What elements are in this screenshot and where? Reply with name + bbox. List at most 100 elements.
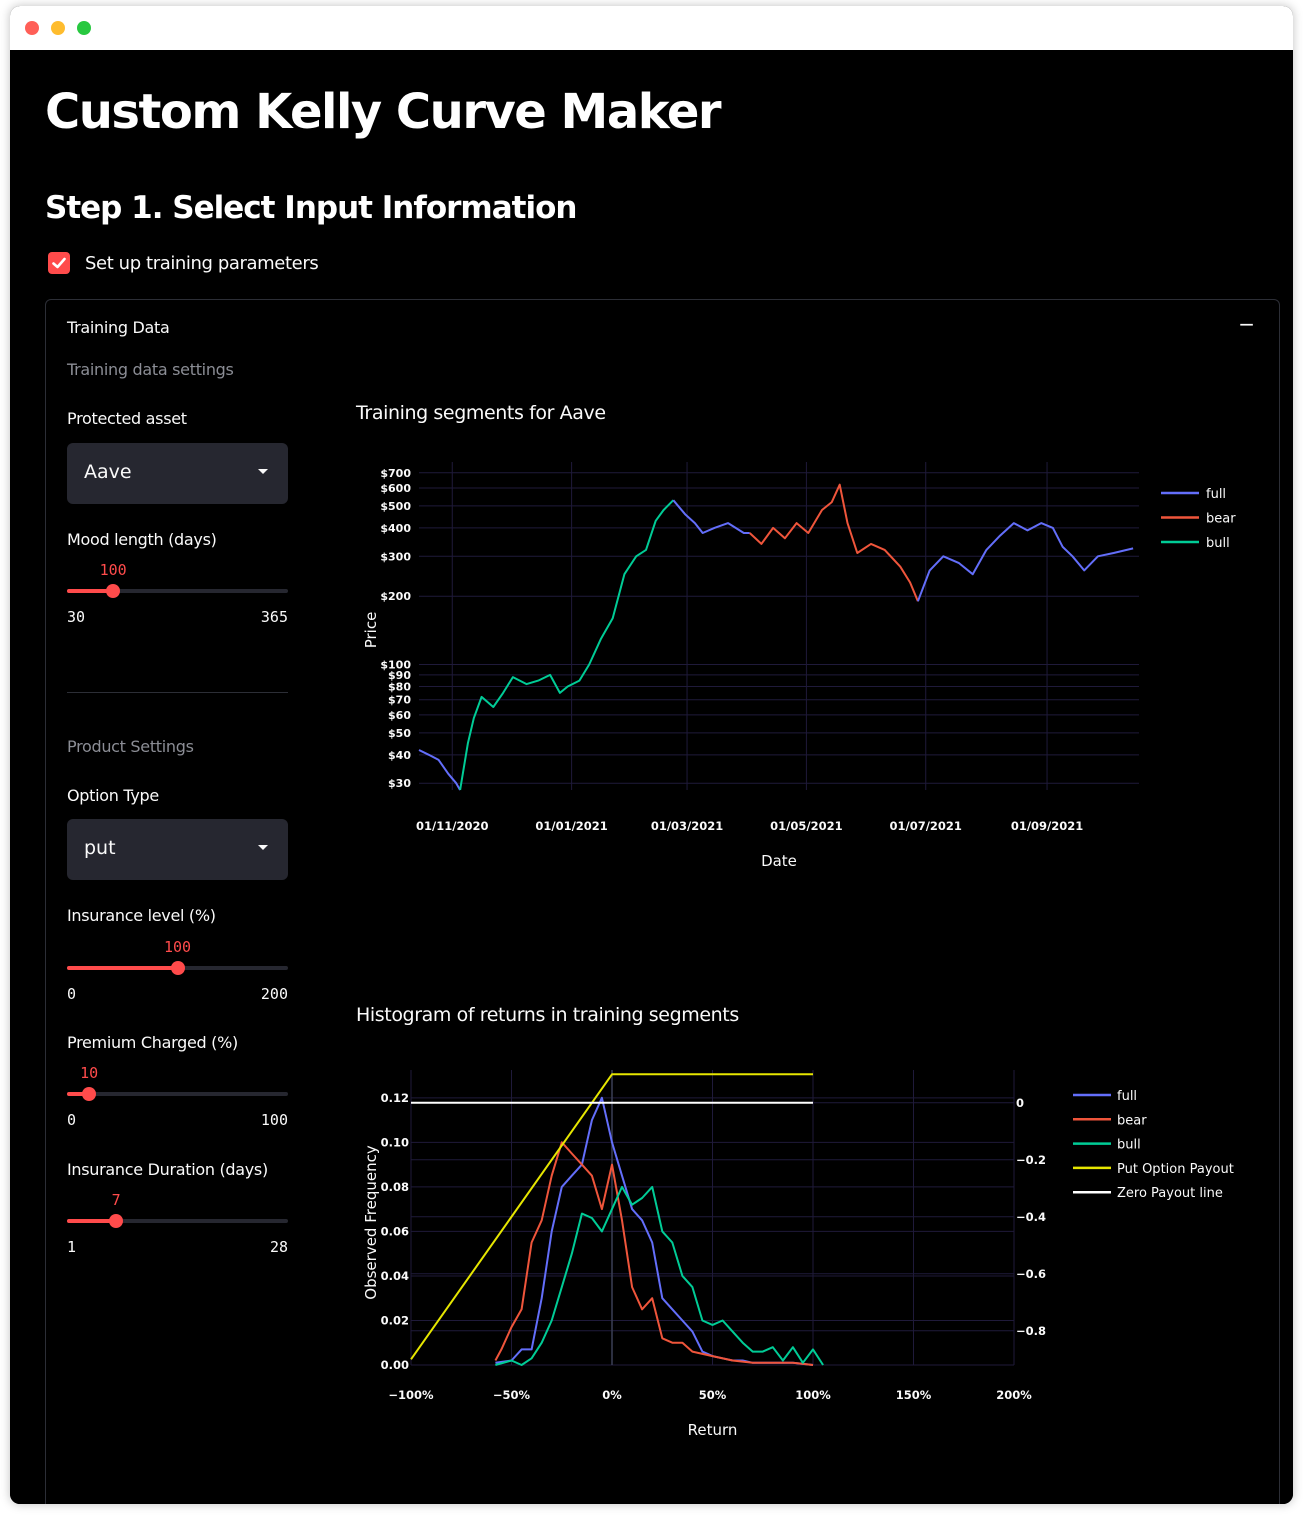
- expander-title[interactable]: Training Data: [67, 318, 170, 337]
- minimize-window-button[interactable]: [51, 21, 65, 35]
- price-chart: $30$40$50$60$70$80$90$100$200$300$400$50…: [362, 462, 1236, 870]
- browser-window: Custom Kelly Curve Maker Step 1. Select …: [10, 6, 1293, 1504]
- price-y-tick: $80: [388, 681, 411, 694]
- duration-slider[interactable]: 7 1 28: [67, 1191, 288, 1256]
- premium-slider[interactable]: 10 0 100: [67, 1064, 288, 1129]
- slider-thumb[interactable]: [82, 1087, 97, 1101]
- histogram-x-tick: 50%: [699, 1388, 727, 1402]
- histogram-plot-area: 0.00 0.02 0.04 0.06 0.08 0.10 0.12 −0.8 −0.6 −0.4…: [362, 1070, 1234, 1439]
- price-x-label: Date: [761, 852, 797, 870]
- price-y-tick: $600: [380, 482, 411, 495]
- slider-min: 1: [67, 1238, 77, 1256]
- histogram-x-tick: 100%: [795, 1388, 831, 1402]
- slider-thumb[interactable]: [170, 961, 185, 975]
- histogram-y-tick: 0.08: [381, 1180, 409, 1194]
- price-x-tick: 01/07/2021: [890, 819, 962, 833]
- price-series-full: [916, 522, 1134, 602]
- price-series-bear: [749, 483, 919, 602]
- window-titlebar: [10, 6, 1293, 50]
- slider-track: [67, 1092, 288, 1096]
- histogram-x-tick: 200%: [996, 1388, 1032, 1402]
- app-main: Custom Kelly Curve Maker Step 1. Select …: [10, 50, 1293, 1504]
- histogram-x-label: Return: [688, 1421, 738, 1439]
- histogram-y-tick: 0.00: [381, 1358, 409, 1372]
- histogram-y-tick: 0.12: [381, 1091, 409, 1105]
- slider-value: 10: [80, 1064, 99, 1082]
- histogram-y2-tick: −0.2: [1016, 1153, 1046, 1167]
- histogram-y-tick: 0.06: [381, 1224, 409, 1238]
- legend-entry-put-option-payout: Put Option Payout: [1117, 1162, 1234, 1177]
- slider-value: 100: [99, 561, 127, 579]
- minus-icon[interactable]: −: [1238, 312, 1255, 336]
- price-y-tick: $500: [380, 500, 411, 513]
- price-y-tick: $50: [388, 727, 411, 740]
- slider-thumb[interactable]: [109, 1214, 124, 1228]
- slider-max: 100: [260, 1111, 288, 1129]
- price-x-tick: 01/09/2021: [1011, 819, 1083, 833]
- histogram-x-tick: 0%: [602, 1388, 622, 1402]
- slider-min: 0: [67, 985, 77, 1003]
- price-series-full: [418, 749, 461, 791]
- histogram-title: Histogram of returns in training segment…: [356, 1004, 739, 1026]
- price-plot-area: $30$40$50$60$70$80$90$100$200$300$400$50…: [362, 462, 1236, 870]
- legend-entry-full: full: [1117, 1089, 1137, 1104]
- legend-entry-bear: bear: [1206, 512, 1236, 527]
- mood-length-label: Mood length (days): [67, 530, 217, 549]
- insurance-level-slider[interactable]: 100 0 200: [67, 938, 288, 1003]
- price-y-tick: $400: [380, 522, 411, 535]
- protected-asset-value: Aave: [84, 461, 132, 483]
- histogram-x-tick: 150%: [896, 1388, 932, 1402]
- price-x-tick: 01/11/2020: [416, 819, 488, 833]
- price-y-tick: $30: [388, 777, 411, 790]
- slider-min: 0: [67, 1111, 77, 1129]
- caret-down-icon: [258, 469, 268, 474]
- checkbox-label[interactable]: Set up training parameters: [85, 253, 319, 274]
- histogram-y-tick: 0.02: [381, 1313, 409, 1327]
- slider-value: 7: [111, 1191, 121, 1209]
- histogram-y-label: Observed Frequency: [362, 1145, 380, 1300]
- mood-length-slider[interactable]: 100 30 365: [67, 561, 288, 626]
- price-y-tick: $100: [380, 659, 411, 672]
- legend-entry-bear: bear: [1117, 1113, 1147, 1128]
- price-series-bull: [459, 499, 675, 791]
- price-y-label: Price: [362, 612, 380, 649]
- option-type-select[interactable]: put: [67, 819, 288, 880]
- price-chart-title: Training segments for Aave: [356, 402, 606, 424]
- maximize-window-button[interactable]: [77, 21, 91, 35]
- histogram-y2-tick: 0: [1016, 1096, 1024, 1110]
- slider-max: 28: [269, 1238, 288, 1256]
- option-type-value: put: [84, 837, 116, 859]
- training-parameters-checkbox[interactable]: [48, 252, 70, 274]
- protected-asset-label: Protected asset: [67, 409, 187, 428]
- section-divider: [67, 692, 288, 693]
- step-heading: Step 1. Select Input Information: [45, 190, 577, 226]
- histogram-x-tick: −50%: [493, 1388, 531, 1402]
- price-y-tick: $300: [380, 550, 411, 563]
- caret-down-icon: [258, 845, 268, 850]
- price-x-tick: 01/05/2021: [770, 819, 842, 833]
- price-y-tick: $700: [380, 467, 411, 480]
- training-data-expander: Training Data − Training data settings P…: [45, 299, 1280, 1504]
- close-window-button[interactable]: [25, 21, 39, 35]
- duration-label: Insurance Duration (days): [67, 1160, 268, 1179]
- price-y-tick: $200: [380, 590, 411, 603]
- legend-entry-bull: bull: [1117, 1138, 1141, 1153]
- histogram-chart: 0.00 0.02 0.04 0.06 0.08 0.10 0.12 −0.8 −0.6 −0.4…: [362, 1070, 1234, 1439]
- product-settings-header: Product Settings: [67, 737, 194, 756]
- protected-asset-select[interactable]: Aave: [67, 443, 288, 504]
- legend-entry-full: full: [1206, 487, 1226, 502]
- slider-thumb[interactable]: [106, 584, 121, 598]
- slider-max: 200: [260, 985, 288, 1003]
- slider-min: 30: [67, 608, 86, 626]
- insurance-level-label: Insurance level (%): [67, 906, 216, 925]
- price-x-tick: 01/01/2021: [535, 819, 607, 833]
- histogram-y2-tick: −0.6: [1016, 1267, 1046, 1281]
- histogram-y2-tick: −0.8: [1016, 1324, 1046, 1338]
- histogram-x-tick: −100%: [388, 1388, 434, 1402]
- histogram-y-tick: 0.04: [381, 1269, 409, 1283]
- legend-entry-zero-payout-line: Zero Payout line: [1117, 1186, 1223, 1201]
- price-x-tick: 01/03/2021: [651, 819, 723, 833]
- histogram-y2-tick: −0.4: [1016, 1210, 1046, 1224]
- price-y-tick: $40: [388, 749, 411, 762]
- price-y-tick: $60: [388, 709, 411, 722]
